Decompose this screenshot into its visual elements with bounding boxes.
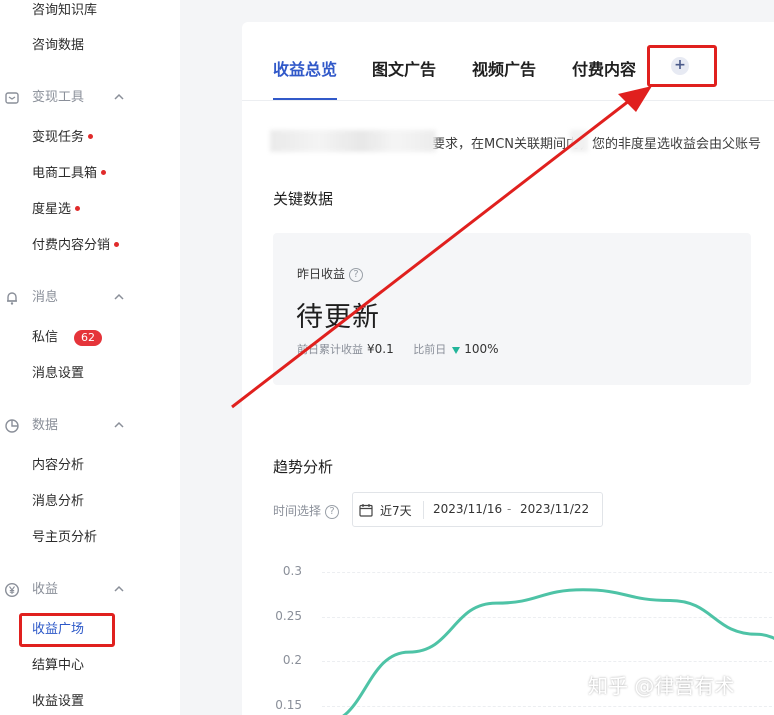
- arrow-head: [618, 86, 652, 112]
- arrow-line: [231, 95, 635, 409]
- annotation-arrow: [231, 86, 652, 409]
